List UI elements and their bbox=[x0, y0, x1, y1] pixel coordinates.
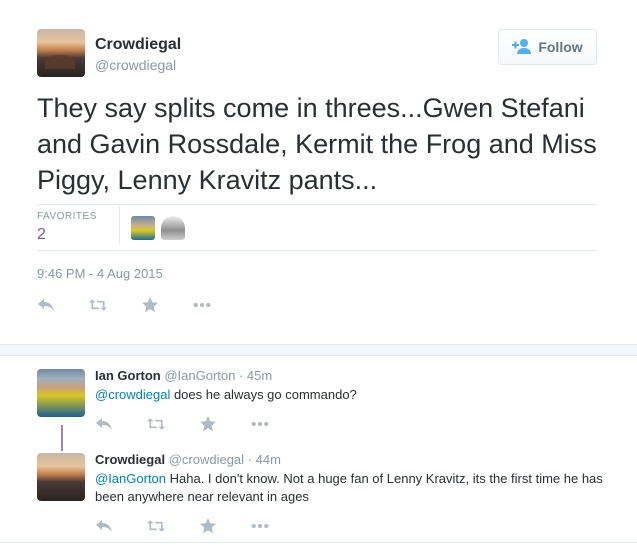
reply-icon[interactable] bbox=[37, 295, 89, 315]
main-tweet: Crowdiegal @crowdiegal Follow They say s… bbox=[0, 0, 637, 344]
reply-author-handle[interactable]: @IanGorton bbox=[164, 368, 235, 383]
reply-text: @IanGorton Haha. I don't know. Not a hug… bbox=[95, 470, 605, 506]
star-icon[interactable] bbox=[141, 295, 193, 315]
retweet-icon[interactable] bbox=[89, 295, 141, 315]
follow-button[interactable]: Follow bbox=[498, 29, 597, 65]
reply-time[interactable]: · 44m bbox=[248, 452, 281, 467]
author-name[interactable]: Crowdiegal bbox=[95, 36, 181, 54]
tweet-actions bbox=[37, 295, 245, 315]
more-icon[interactable] bbox=[251, 414, 303, 434]
reply-header: Crowdiegal @crowdiegal · 44m bbox=[95, 452, 281, 467]
favoriter-avatar[interactable] bbox=[161, 216, 185, 240]
reply-time[interactable]: · 45m bbox=[239, 368, 272, 383]
reply-author-name[interactable]: Ian Gorton bbox=[95, 368, 161, 383]
mention-link[interactable]: @crowdiegal bbox=[95, 387, 170, 402]
divider bbox=[37, 204, 597, 205]
author-handle[interactable]: @crowdiegal bbox=[95, 57, 176, 73]
favoriter-avatar[interactable] bbox=[131, 216, 155, 240]
tweet-timestamp[interactable]: 9:46 PM - 4 Aug 2015 bbox=[37, 266, 163, 281]
more-icon[interactable] bbox=[251, 516, 303, 536]
divider bbox=[0, 542, 637, 543]
favorites-count[interactable]: 2 bbox=[37, 226, 46, 244]
section-separator bbox=[0, 344, 637, 356]
reply-author-handle[interactable]: @crowdiegal bbox=[169, 452, 244, 467]
reply-header: Ian Gorton @IanGorton · 45m bbox=[95, 368, 272, 383]
reply-text: @crowdiegal does he always go commando? bbox=[95, 386, 605, 404]
reply-avatar[interactable] bbox=[37, 369, 85, 417]
add-user-icon bbox=[512, 38, 532, 57]
reply-actions bbox=[95, 516, 303, 536]
star-icon[interactable] bbox=[199, 414, 251, 434]
mention-link[interactable]: @IanGorton bbox=[95, 471, 166, 486]
follow-label: Follow bbox=[538, 39, 583, 55]
more-icon[interactable] bbox=[193, 295, 245, 315]
retweet-icon[interactable] bbox=[147, 414, 199, 434]
divider bbox=[37, 250, 597, 251]
reply-icon[interactable] bbox=[95, 516, 147, 536]
reply-icon[interactable] bbox=[95, 414, 147, 434]
reply-body: Haha. I don't know. Not a huge fan of Le… bbox=[95, 471, 603, 504]
reply-body: does he always go commando? bbox=[170, 387, 357, 402]
divider bbox=[119, 206, 120, 244]
favorites-label: FAVORITES bbox=[37, 211, 97, 222]
star-icon[interactable] bbox=[199, 516, 251, 536]
reply-actions bbox=[95, 414, 303, 434]
thread-line bbox=[61, 425, 63, 451]
retweet-icon[interactable] bbox=[147, 516, 199, 536]
tweet-text: They say splits come in threes...Gwen St… bbox=[37, 93, 597, 195]
author-avatar[interactable] bbox=[37, 29, 85, 77]
reply-author-name[interactable]: Crowdiegal bbox=[95, 452, 165, 467]
reply-avatar[interactable] bbox=[37, 453, 85, 501]
